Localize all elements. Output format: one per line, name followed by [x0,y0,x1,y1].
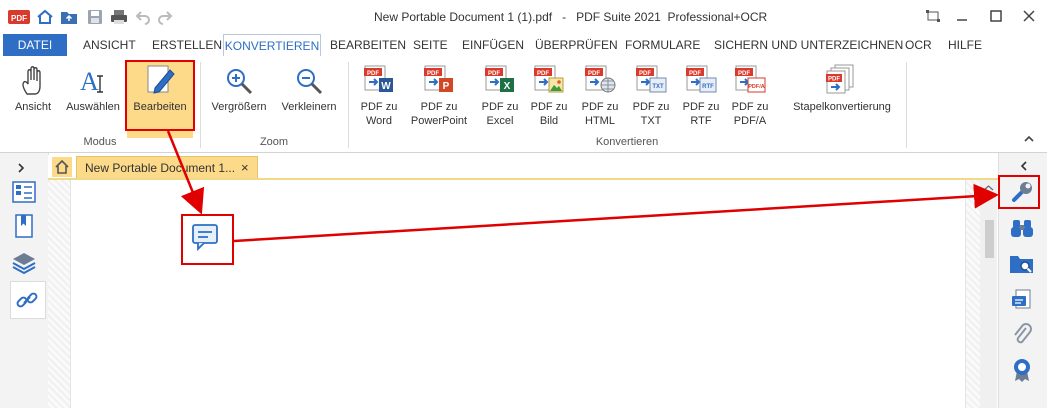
pdf-zu-bild-button[interactable]: PDF PDF zu Bild [526,60,572,136]
pdf-zu-html-button[interactable]: PDF PDF zu HTML [576,60,624,136]
highlight-box-bearbeiten [125,60,195,131]
document-tab-strip: New Portable Document 1... × [48,155,998,179]
rtf-icon: PDF RTF [678,60,724,96]
ansicht-button[interactable]: Ansicht [8,60,58,136]
undo-icon[interactable] [134,8,152,26]
page-margin-right [964,180,980,408]
zoom-in-icon [206,60,272,96]
svg-text:RTF: RTF [702,84,714,90]
pdf-zu-word-button[interactable]: PDF W PDF zu Word [354,60,404,136]
left-sidebar [0,153,49,408]
powerpoint-icon: PDF P [406,60,472,96]
layers-icon[interactable] [11,249,37,275]
svg-text:PDF: PDF [427,71,439,77]
expand-left-panel-icon[interactable] [8,155,34,181]
menu-ansicht[interactable]: ANSICHT [83,34,136,56]
menu-ueberpruefen[interactable]: ÜBERPRÜFEN [535,34,618,56]
pdf-zu-powerpoint-button[interactable]: PDF P PDF zu PowerPoint [406,60,472,136]
html-globe-icon: PDF [576,60,624,96]
vertical-scrollbar[interactable] [980,180,997,408]
svg-text:PDF: PDF [738,71,750,77]
menu-formulare[interactable]: FORMULARE [625,34,700,56]
svg-text:X: X [504,81,511,92]
menu-sichern[interactable]: SICHERN UND UNTERZEICHNEN [714,34,903,56]
word-icon: PDF W [354,60,404,96]
pdf-zu-pdfa-button[interactable]: PDF PDF/A PDF zu PDF/A [727,60,773,136]
svg-text:PDF: PDF [828,77,840,83]
open-folder-icon[interactable] [60,8,78,26]
svg-text:PDF: PDF [488,71,500,77]
menu-konvertieren[interactable]: KONVERTIEREN [223,34,321,57]
comment-annotation-icon[interactable] [192,224,220,255]
app-logo-icon: PDF [8,8,30,26]
comments-page-icon[interactable] [1009,287,1035,313]
txt-icon: PDF TXT [628,60,674,96]
menu-erstellen[interactable]: ERSTELLEN [152,34,222,56]
pdf-zu-rtf-button[interactable]: PDF RTF PDF zu RTF [678,60,724,136]
scrollbar-thumb[interactable] [985,220,994,258]
auswaehlen-button[interactable]: A Auswählen [62,60,124,136]
svg-text:PDF: PDF [367,71,379,77]
bookmarks-icon[interactable] [11,213,37,239]
restore-ribbon-icon[interactable] [922,6,944,26]
menu-ocr[interactable]: OCR [905,34,932,56]
save-icon[interactable] [86,8,104,26]
vergroessern-button[interactable]: Vergrößern [206,60,272,136]
maximize-button[interactable] [985,6,1007,26]
zoom-out-icon [276,60,342,96]
attachments-paperclip-icon[interactable] [1009,321,1035,347]
excel-icon: PDF X [476,60,524,96]
folder-search-icon[interactable] [1009,251,1035,277]
svg-text:PDF/A: PDF/A [748,84,765,90]
svg-text:A: A [80,67,99,96]
pdf-zu-txt-button[interactable]: PDF TXT PDF zu TXT [628,60,674,136]
menu-seite[interactable]: SEITE [413,34,448,56]
svg-text:PDF: PDF [537,71,549,77]
links-tab[interactable] [10,281,46,319]
group-label-konvertieren: Konvertieren [595,136,659,148]
menu-bar: DATEI ANSICHT ERSTELLEN KONVERTIEREN BEA… [0,34,1047,57]
collapse-ribbon-icon[interactable] [1022,132,1036,146]
minimize-button[interactable] [951,6,973,26]
home-tab-icon[interactable] [52,157,72,177]
highlight-box-comment [181,214,234,265]
certificate-badge-icon[interactable] [1009,357,1035,383]
verkleinern-button[interactable]: Verkleinern [276,60,342,136]
redo-icon[interactable] [156,8,174,26]
highlight-box-tools [998,175,1040,209]
document-tab-label: New Portable Document 1... [85,161,236,175]
separator [906,62,907,148]
group-label-modus: Modus [83,136,117,148]
menu-datei[interactable]: DATEI [3,34,67,56]
batch-convert-icon: PDF [786,60,898,96]
svg-text:PDF: PDF [588,71,600,77]
document-tab[interactable]: New Portable Document 1... × [76,156,258,179]
svg-text:PDF: PDF [639,71,651,77]
print-icon[interactable] [110,8,128,26]
stapelkonvertierung-button[interactable]: PDF Stapelkonvertierung [786,60,898,136]
svg-text:PDF: PDF [11,14,27,23]
hand-icon [8,60,58,96]
pdf-zu-excel-button[interactable]: PDF X PDF zu Excel [476,60,524,136]
menu-bearbeiten[interactable]: BEARBEITEN [330,34,406,56]
text-cursor-icon: A [62,60,124,96]
svg-text:TXT: TXT [652,84,664,90]
image-icon: PDF [526,60,572,96]
page-margin-left [48,180,70,408]
tab-close-icon[interactable]: × [241,160,249,175]
window-title: New Portable Document 1 (1).pdf - PDF Su… [374,10,768,24]
search-binoculars-icon[interactable] [1009,215,1035,241]
svg-text:W: W [381,81,391,92]
thumbnails-icon[interactable] [11,179,37,205]
menu-einfuegen[interactable]: EINFÜGEN [462,34,524,56]
close-button[interactable] [1018,6,1040,26]
title-bar: PDF New Portable Document 1 (1).pdf - PD… [0,0,1047,34]
pdfa-icon: PDF PDF/A [727,60,773,96]
svg-text:P: P [443,81,450,92]
menu-hilfe[interactable]: HILFE [948,34,982,56]
group-label-zoom: Zoom [259,136,289,148]
svg-text:PDF: PDF [689,71,701,77]
home-icon[interactable] [36,8,54,26]
link-icon [14,287,40,313]
